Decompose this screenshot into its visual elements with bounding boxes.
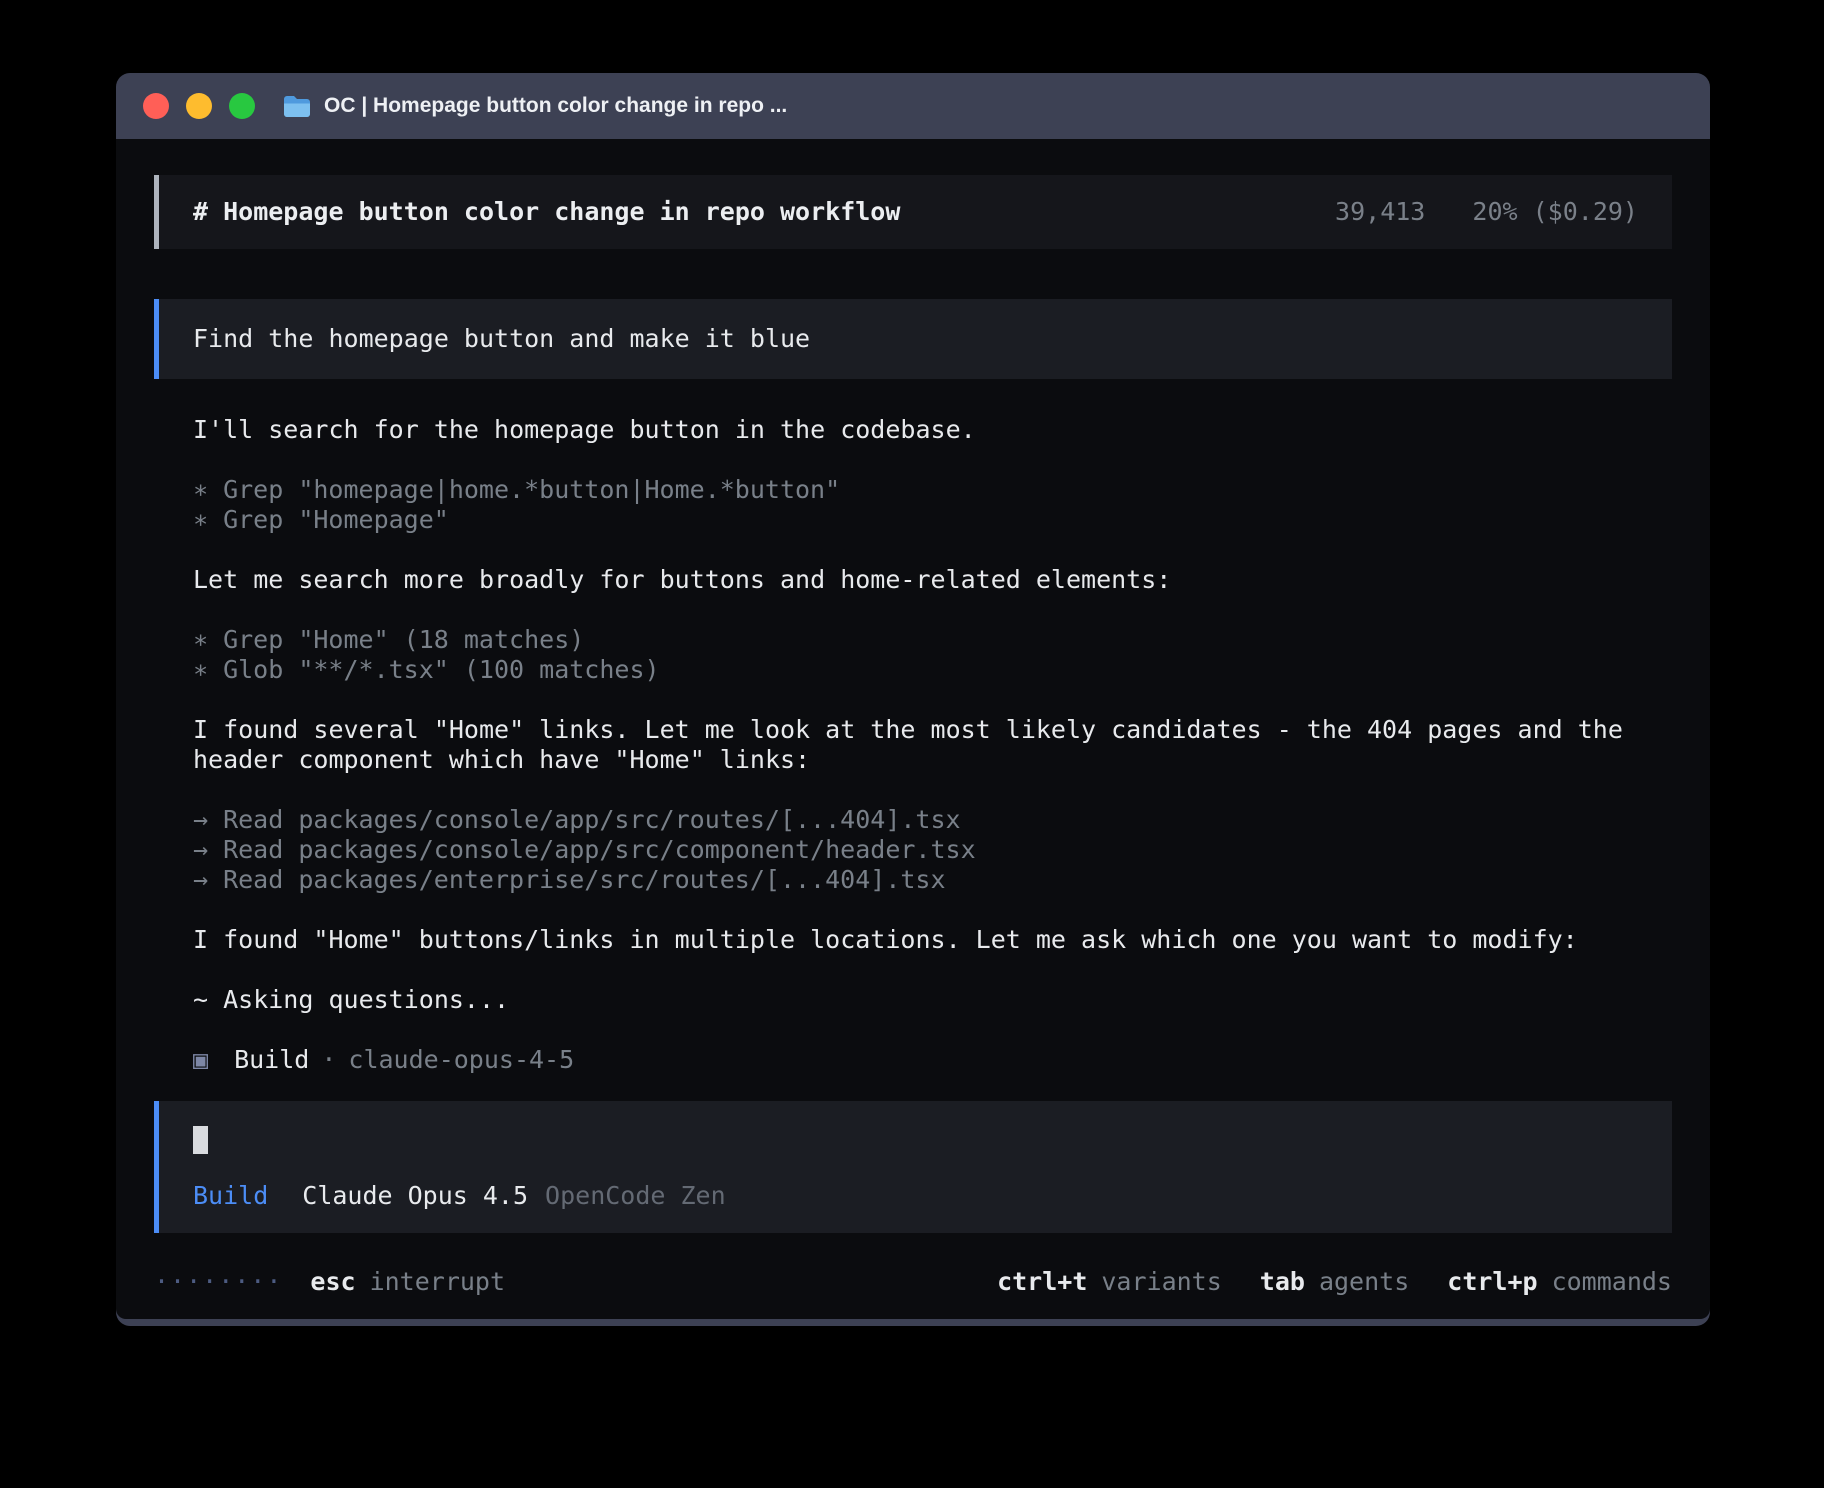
minimize-button[interactable] bbox=[186, 93, 212, 119]
tool-call-group: ∗ Grep "homepage|home.*button|Home.*butto… bbox=[193, 475, 1672, 535]
tool-call-text: Grep "Home" (18 matches) bbox=[223, 625, 584, 654]
tool-call: ∗ Glob "**/*.tsx" (100 matches) bbox=[193, 655, 1672, 685]
shortcut-label: variants bbox=[1101, 1267, 1221, 1296]
tool-call-group: ∗ Grep "Home" (18 matches) ∗ Glob "**/*.ts… bbox=[193, 625, 1672, 685]
terminal-window: OC | Homepage button color change in rep… bbox=[116, 73, 1710, 1326]
tool-bullet-icon: ∗ bbox=[193, 505, 208, 534]
tool-call: ∗ Grep "Home" (18 matches) bbox=[193, 625, 1672, 655]
esc-key-label: interrupt bbox=[370, 1267, 505, 1297]
assistant-paragraph: I found several "Home" links. Let me loo… bbox=[193, 715, 1672, 775]
titlebar-title-group: OC | Homepage button color change in rep… bbox=[283, 94, 787, 118]
user-message-text: Find the homepage button and make it blu… bbox=[193, 324, 810, 353]
session-stats: 39,413 20% ($0.29) bbox=[1335, 197, 1638, 227]
activity-status: ~ Asking questions... bbox=[193, 985, 1672, 1015]
window-title: OC | Homepage button color change in rep… bbox=[324, 94, 787, 118]
file-read: → Read packages/enterprise/src/routes/[..… bbox=[193, 865, 1672, 895]
session-header: # Homepage button color change in repo w… bbox=[154, 175, 1672, 249]
read-arrow-icon: → bbox=[193, 805, 208, 834]
shortcut-key: ctrl+p bbox=[1447, 1267, 1537, 1296]
shortcut-key: tab bbox=[1260, 1267, 1305, 1296]
tool-call-text: Grep "homepage|home.*button|Home.*button… bbox=[223, 475, 840, 504]
agent-mode-label: Build bbox=[193, 1181, 268, 1211]
esc-key-hint: esc bbox=[310, 1267, 355, 1297]
separator-dot: · bbox=[321, 1045, 336, 1074]
prompt-input-footer: Build Claude Opus 4.5 OpenCode Zen bbox=[193, 1181, 1638, 1211]
tool-call-group: → Read packages/console/app/src/routes/[.… bbox=[193, 805, 1672, 895]
tool-call: ∗ Grep "homepage|home.*button|Home.*butto… bbox=[193, 475, 1672, 505]
tool-bullet-icon: ∗ bbox=[193, 655, 208, 684]
shortcut-label: commands bbox=[1552, 1267, 1672, 1296]
folder-icon bbox=[283, 95, 311, 118]
agent-mode: Build bbox=[234, 1045, 309, 1074]
status-bar: ········ esc interrupt ctrl+t variants ta… bbox=[154, 1267, 1672, 1297]
assistant-text: I'll search for the homepage button in t… bbox=[193, 415, 1672, 445]
shortcut-key: ctrl+t bbox=[997, 1267, 1087, 1296]
model-name-label: Claude Opus 4.5 bbox=[302, 1181, 528, 1211]
status-bar-left: ········ esc interrupt bbox=[154, 1267, 505, 1297]
close-button[interactable] bbox=[143, 93, 169, 119]
traffic-lights bbox=[143, 93, 255, 119]
assistant-text: I found "Home" buttons/links in multiple… bbox=[193, 925, 1672, 955]
agent-model: claude-opus-4-5 bbox=[348, 1045, 574, 1074]
agent-status-line: ▣ Build · claude-opus-4-5 bbox=[193, 1045, 1672, 1075]
shortcut-commands: ctrl+p commands bbox=[1447, 1267, 1672, 1297]
file-read-text: Read packages/console/app/src/routes/[..… bbox=[223, 805, 961, 834]
session-title: # Homepage button color change in repo w… bbox=[193, 197, 900, 227]
terminal-content: # Homepage button color change in repo w… bbox=[116, 139, 1710, 1319]
tool-call-text: Grep "Homepage" bbox=[223, 505, 449, 534]
spinner-dots: ········ bbox=[154, 1267, 282, 1297]
prompt-input-line[interactable] bbox=[193, 1125, 1638, 1155]
prompt-input[interactable]: Build Claude Opus 4.5 OpenCode Zen bbox=[154, 1101, 1672, 1233]
file-read: → Read packages/console/app/src/component… bbox=[193, 835, 1672, 865]
context-usage: 20% ($0.29) bbox=[1472, 197, 1638, 226]
conversation: I'll search for the homepage button in t… bbox=[154, 415, 1672, 1075]
assistant-paragraph: I'll search for the homepage button in t… bbox=[193, 415, 1672, 445]
assistant-text: I found several "Home" links. Let me loo… bbox=[193, 715, 1672, 775]
read-arrow-icon: → bbox=[193, 865, 208, 894]
shortcut-agents: tab agents bbox=[1260, 1267, 1409, 1297]
shortcut-variants: ctrl+t variants bbox=[997, 1267, 1222, 1297]
tool-call: ∗ Grep "Homepage" bbox=[193, 505, 1672, 535]
agent-square-icon: ▣ bbox=[193, 1045, 208, 1074]
zoom-button[interactable] bbox=[229, 93, 255, 119]
file-read-text: Read packages/enterprise/src/routes/[...… bbox=[223, 865, 945, 894]
tool-call-text: Glob "**/*.tsx" (100 matches) bbox=[223, 655, 660, 684]
activity-status-text: ~ Asking questions... bbox=[193, 985, 1672, 1015]
tool-bullet-icon: ∗ bbox=[193, 475, 208, 504]
file-read: → Read packages/console/app/src/routes/[.… bbox=[193, 805, 1672, 835]
read-arrow-icon: → bbox=[193, 835, 208, 864]
tool-bullet-icon: ∗ bbox=[193, 625, 208, 654]
assistant-text: Let me search more broadly for buttons a… bbox=[193, 565, 1672, 595]
assistant-paragraph: Let me search more broadly for buttons a… bbox=[193, 565, 1672, 595]
text-cursor bbox=[193, 1126, 208, 1154]
assistant-paragraph: I found "Home" buttons/links in multiple… bbox=[193, 925, 1672, 955]
file-read-text: Read packages/console/app/src/component/… bbox=[223, 835, 976, 864]
provider-label: OpenCode Zen bbox=[545, 1181, 726, 1211]
window-titlebar[interactable]: OC | Homepage button color change in rep… bbox=[116, 73, 1710, 139]
shortcut-label: agents bbox=[1319, 1267, 1409, 1296]
status-bar-right: ctrl+t variants tab agents ctrl+p commands bbox=[997, 1267, 1672, 1297]
token-count: 39,413 bbox=[1335, 197, 1425, 226]
user-message: Find the homepage button and make it blu… bbox=[154, 299, 1672, 379]
